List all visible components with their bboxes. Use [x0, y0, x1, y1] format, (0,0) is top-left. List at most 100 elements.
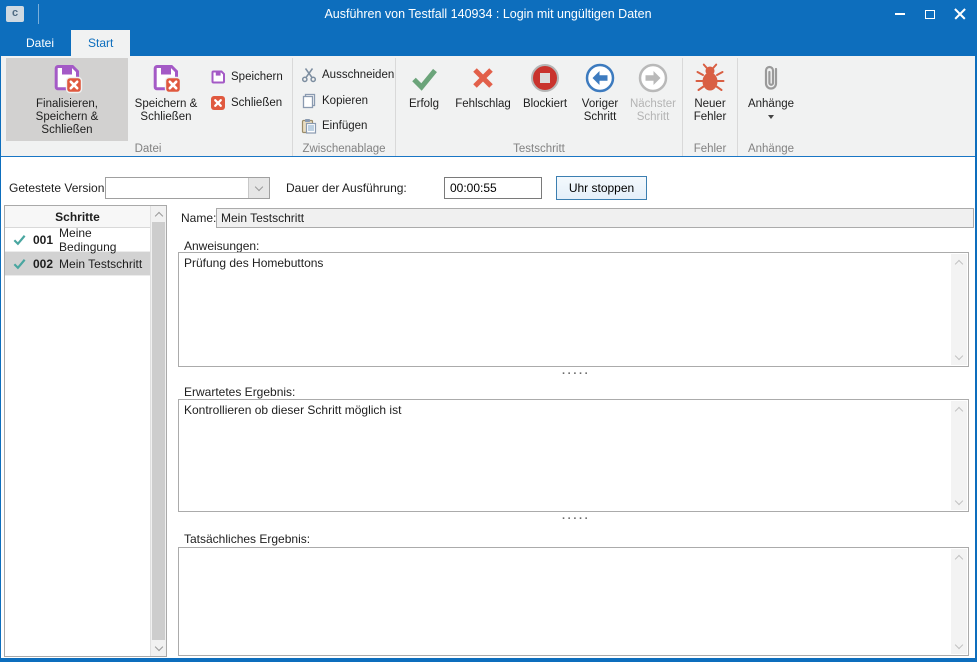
actual-result-textarea[interactable] [178, 547, 969, 656]
save-and-close-button[interactable]: Speichern & Schließen [128, 58, 204, 141]
blockiert-button[interactable]: Blockiert [516, 58, 574, 141]
group-label-datei: Datei [4, 143, 292, 155]
ribbon-group-datei: Finalisieren, Speichern & Schließen Spei… [4, 58, 292, 156]
tested-version-value [106, 178, 248, 198]
name-label: Name: [181, 211, 216, 225]
naechster-schritt-label: Nächster Schritt [630, 98, 676, 124]
anhaenge-button[interactable]: Anhänge [740, 58, 802, 141]
close-icon [954, 8, 966, 20]
duration-input[interactable] [444, 177, 542, 199]
copy-button[interactable]: Kopieren [295, 90, 393, 112]
ribbon-group-testschritt: Erfolg Fehlschlag Blockiert [395, 58, 682, 156]
expected-result-text: Kontrollieren ob dieser Schritt möglich … [184, 403, 401, 417]
instructions-label: Anweisungen: [184, 239, 259, 253]
stop-clock-button[interactable]: Uhr stoppen [556, 176, 647, 200]
arrow-right-circle-icon [637, 62, 669, 94]
neuer-fehler-label: Neuer Fehler [689, 98, 731, 124]
erfolg-label: Erfolg [409, 98, 439, 111]
paste-button[interactable]: Einfügen [295, 115, 393, 137]
voriger-schritt-label: Voriger Schritt [578, 98, 622, 124]
ribbon: Finalisieren, Speichern & Schließen Spei… [1, 56, 975, 157]
steps-panel: Schritte 001 Meine Bedingung 002 Mein Te… [4, 205, 167, 657]
step-list-item[interactable]: 002 Mein Testschritt [5, 252, 150, 276]
scissors-icon [301, 67, 317, 83]
neuer-fehler-button[interactable]: Neuer Fehler [685, 58, 735, 141]
expected-scrollbar[interactable] [951, 401, 967, 510]
save-icon [210, 69, 226, 85]
group-label-zwischenablage: Zwischenablage [293, 143, 395, 155]
checkmark-icon [408, 62, 440, 94]
finalize-save-close-button[interactable]: Finalisieren, Speichern & Schließen [6, 58, 128, 141]
tested-version-label: Getestete Version: [9, 181, 108, 195]
app-icon: c [6, 6, 24, 22]
name-field[interactable]: Mein Testschritt [216, 208, 974, 228]
quick-access-separator [38, 4, 39, 24]
cut-button[interactable]: Ausschneiden [295, 64, 393, 86]
actual-result-label: Tatsächliches Ergebnis: [184, 532, 310, 546]
save-label: Speichern [231, 71, 283, 83]
group-label-anhaenge: Anhänge [738, 143, 804, 155]
window-title: Ausführen von Testfall 140934 : Login mi… [1, 7, 975, 21]
step-list-item[interactable]: 001 Meine Bedingung [5, 228, 150, 252]
tab-start[interactable]: Start [71, 30, 130, 56]
close-file-button[interactable]: Schließen [204, 92, 290, 114]
maximize-icon [925, 10, 935, 19]
save-and-close-label: Speichern & Schließen [132, 98, 200, 124]
scroll-down-icon[interactable] [151, 640, 166, 656]
group-label-testschritt: Testschritt [396, 143, 682, 155]
instructions-text: Prüfung des Homebuttons [184, 256, 323, 270]
blockiert-label: Blockiert [523, 98, 567, 111]
dropdown-caret-icon [768, 115, 774, 119]
cut-label: Ausschneiden [322, 69, 394, 81]
splitter-handle[interactable]: ····· [562, 370, 590, 378]
scroll-up-icon[interactable] [151, 206, 166, 222]
minimize-button[interactable] [885, 0, 915, 28]
steps-scrollbar[interactable] [150, 206, 166, 656]
copy-icon [301, 93, 317, 109]
group-label-fehler: Fehler [683, 143, 737, 155]
stop-circle-icon [529, 62, 561, 94]
anhaenge-label: Anhänge [748, 98, 794, 111]
chevron-down-icon [255, 182, 263, 190]
minimize-icon [895, 13, 905, 15]
save-close-icon [150, 62, 182, 94]
bug-icon [694, 62, 726, 94]
step-name: Meine Bedingung [59, 226, 150, 254]
step-check-icon [12, 256, 27, 271]
finalize-save-close-label: Finalisieren, Speichern & Schließen [10, 98, 124, 137]
fehlschlag-label: Fehlschlag [455, 98, 511, 111]
step-detail-panel: Name: Mein Testschritt Anweisungen: Prüf… [176, 205, 976, 657]
tested-version-combobox[interactable] [105, 177, 270, 199]
steps-list: 001 Meine Bedingung 002 Mein Testschritt [5, 228, 150, 656]
paste-label: Einfügen [322, 120, 367, 132]
combobox-dropdown-button[interactable] [248, 178, 269, 198]
actual-scrollbar[interactable] [951, 549, 967, 654]
instructions-scrollbar[interactable] [951, 254, 967, 365]
close-red-icon [210, 95, 226, 111]
arrow-left-circle-icon [584, 62, 616, 94]
save-button[interactable]: Speichern [204, 66, 290, 88]
step-number: 002 [33, 257, 53, 271]
erfolg-button[interactable]: Erfolg [398, 58, 450, 141]
close-file-label: Schließen [231, 97, 282, 109]
close-button[interactable] [945, 0, 975, 28]
naechster-schritt-button[interactable]: Nächster Schritt [626, 58, 680, 141]
instructions-textarea[interactable]: Prüfung des Homebuttons [178, 252, 969, 367]
step-number: 001 [33, 233, 53, 247]
ribbon-group-fehler: Neuer Fehler Fehler [682, 58, 737, 156]
duration-label: Dauer der Ausführung: [286, 181, 407, 195]
splitter-handle[interactable]: ····· [562, 515, 590, 523]
step-name: Mein Testschritt [59, 257, 142, 271]
scrollbar-thumb[interactable] [152, 222, 165, 640]
ribbon-group-anhaenge: Anhänge Anhänge [737, 58, 804, 156]
voriger-schritt-button[interactable]: Voriger Schritt [574, 58, 626, 141]
paperclip-icon [755, 62, 787, 94]
ribbon-group-zwischenablage: Ausschneiden Kopieren [292, 58, 395, 156]
expected-result-textarea[interactable]: Kontrollieren ob dieser Schritt möglich … [178, 399, 969, 512]
fehlschlag-button[interactable]: Fehlschlag [450, 58, 516, 141]
maximize-button[interactable] [915, 0, 945, 28]
execution-bar: Getestete Version: Dauer der Ausführung:… [1, 157, 975, 205]
copy-label: Kopieren [322, 95, 368, 107]
tab-datei[interactable]: Datei [9, 30, 71, 56]
ribbon-tab-row: Datei Start [1, 28, 975, 56]
